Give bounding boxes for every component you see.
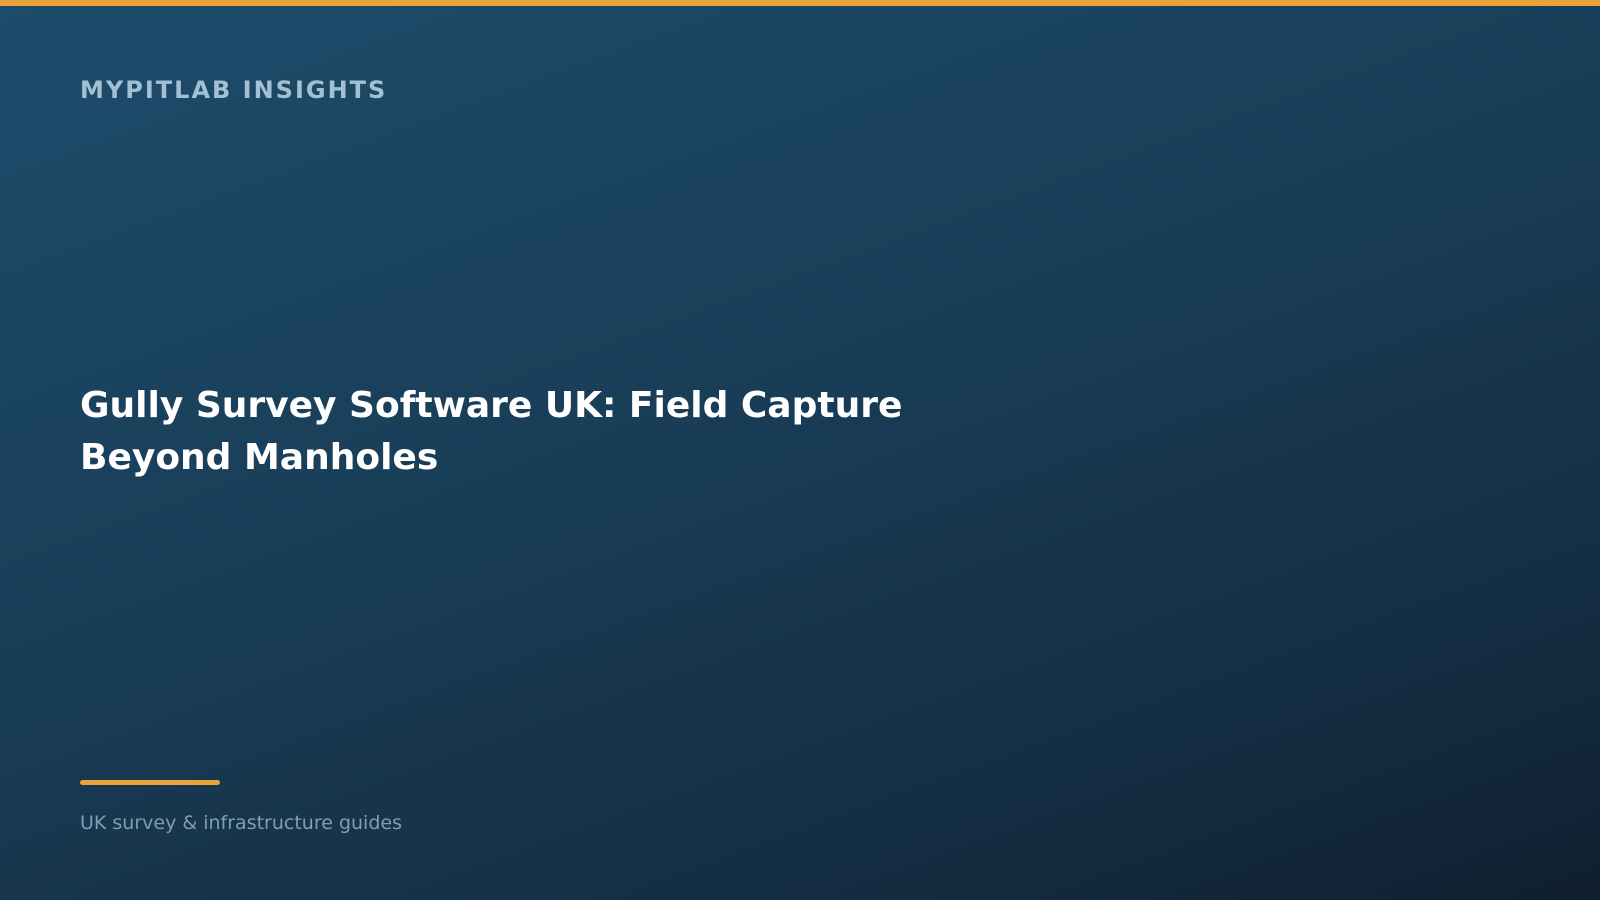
tagline: UK survey & infrastructure guides [80,812,402,834]
top-accent-bar [0,0,1600,6]
brand-label: MYPITLAB INSIGHTS [80,76,388,104]
accent-divider [80,780,220,785]
page-title: Gully Survey Software UK: Field Capture … [80,385,903,478]
